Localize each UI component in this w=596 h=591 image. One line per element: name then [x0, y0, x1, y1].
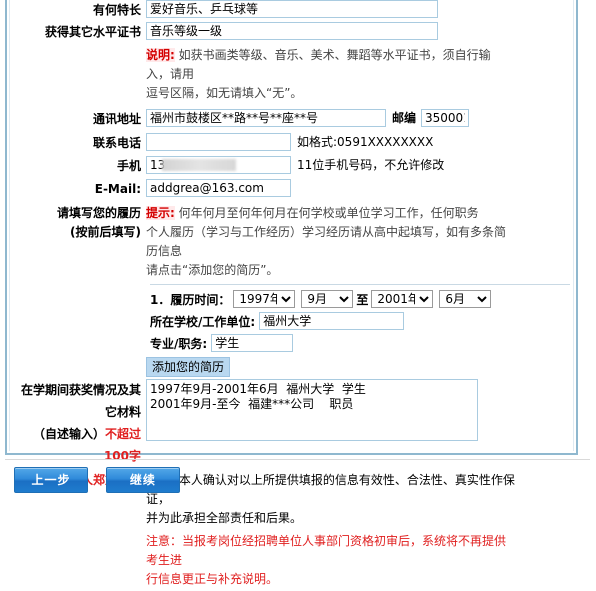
declaration-text-line1: 我本人确认对以上所提供填报的信息有效性、合法性、真实性作保证，: [146, 473, 515, 506]
resume-start-year-select[interactable]: 1997年1998年1999年2000年2001年2002年: [233, 290, 296, 308]
label-phone: 联系电话: [92, 136, 141, 150]
certificate-note-line2: 逗号区隔，如无请填入“无”。: [146, 86, 303, 100]
mobile-input-wrap: [146, 156, 291, 174]
awards-textarea[interactable]: 1997年9月-2001年6月 福州大学 学生 2001年9月-至今 福建***…: [146, 379, 478, 441]
resume-note-line1: 何年何月至何年何月在何学校或单位学习工作，任何职务: [178, 206, 479, 220]
form-panel: 有何特长 获得其它水平证书 说明: 如获书画类等级、音乐、美术、舞蹈等水平证书，…: [5, 0, 578, 586]
mobile-hint: 11位手机号码，不允许修改: [297, 158, 445, 172]
certificate-note: 说明: 如获书画类等级、音乐、美术、舞蹈等水平证书，须自行输入，请用 逗号区隔，…: [146, 46, 506, 103]
resume-note-row: 请填写您的履历 (按前后填写) 提示: 何年何月至何年何月在何学校或单位学习工作…: [10, 204, 580, 280]
footer-button-bar: 上一步 继续: [14, 467, 194, 493]
field-row-specialty: 有何特长: [10, 0, 580, 20]
declaration-text-line2: 并为此承担全部责任和后果。: [146, 511, 303, 525]
label-awards-limit: 不超过100字: [103, 427, 141, 463]
label-awards-line1: 在学期间获奖情况及其它材料: [20, 383, 141, 419]
label-awards-line2: （自述输入）不超过100字: [10, 423, 141, 467]
resume-major-row: 专业/职务:: [150, 334, 570, 352]
declaration-warning-line2: 行信息更正与补充说明。: [146, 572, 279, 586]
phone-input[interactable]: [146, 133, 291, 151]
resume-note-line2: 个人履历（学习与工作经历）学习经历请从高中起填写，如有多条简历信息: [146, 225, 507, 258]
mobile-input[interactable]: [146, 156, 291, 174]
label-postal-code: 邮编: [392, 111, 417, 125]
form-panel-inner: 有何特长 获得其它水平证书 说明: 如获书画类等级、音乐、美术、舞蹈等水平证书，…: [9, 0, 574, 586]
certificate-note-line1: 如获书画类等级、音乐、美术、舞蹈等水平证书，须自行输入，请用: [146, 48, 491, 81]
registration-form: 有何特长 获得其它水平证书 说明: 如获书画类等级、音乐、美术、舞蹈等水平证书，…: [10, 0, 580, 591]
label-resume-line1: 请填写您的履历: [56, 206, 141, 220]
field-row-address: 通讯地址 邮编: [10, 109, 580, 129]
declaration-warning-line1: 注意：当报考岗位经招聘单位人事部门资格初审后，系统将不再提供考生进: [146, 534, 507, 567]
label-mobile: 手机: [116, 159, 141, 173]
label-address: 通讯地址: [92, 112, 141, 126]
postal-code-input[interactable]: [421, 109, 470, 127]
resume-school-input[interactable]: [259, 312, 405, 330]
resume-index-label: 1．履历时间：: [150, 292, 231, 307]
label-certificate: 获得其它水平证书: [44, 25, 141, 39]
continue-button[interactable]: 继续: [105, 467, 180, 493]
certificate-note-tag: 说明:: [146, 48, 175, 62]
prev-step-button[interactable]: 上一步: [14, 467, 88, 493]
field-row-email: E-Mail:: [10, 179, 580, 199]
awards-row: 在学期间获奖情况及其它材料 （自述输入）不超过100字 1997年9月-2001…: [10, 379, 580, 467]
label-email: E-Mail:: [94, 182, 141, 196]
resume-note: 提示: 何年何月至何年何月在何学校或单位学习工作，任何职务 个人履历（学习与工作…: [146, 204, 506, 280]
resume-note-tag: 提示:: [146, 206, 175, 220]
field-row-mobile: 手机 11位手机号码，不允许修改: [10, 156, 580, 176]
declaration-content: 我本人确认对以上所提供填报的信息有效性、合法性、真实性作保证， 并为此承担全部责…: [146, 471, 516, 589]
label-resume-line2: (按前后填写): [70, 225, 141, 239]
certificate-note-row: 说明: 如获书画类等级、音乐、美术、舞蹈等水平证书，须自行输入，请用 逗号区隔，…: [10, 44, 580, 103]
phone-hint: 如格式:0591XXXXXXXX: [297, 135, 434, 149]
certificate-input[interactable]: [146, 22, 438, 40]
footer-divider: [5, 459, 590, 460]
label-awards-line2-a: （自述输入）: [32, 427, 105, 441]
specialty-input[interactable]: [146, 0, 438, 18]
resume-school-label: 所在学校/工作单位:: [150, 314, 256, 329]
resume-note-line3: 请点击“添加您的简历”。: [146, 263, 279, 277]
field-row-phone: 联系电话 如格式:0591XXXXXXXX: [10, 133, 580, 153]
email-input[interactable]: [146, 179, 291, 197]
label-awards: 在学期间获奖情况及其它材料 （自述输入）不超过100字: [10, 379, 146, 467]
address-input[interactable]: [146, 109, 386, 127]
resume-end-month-select[interactable]: 1月2月3月4月5月6月7月8月9月10月11月12月: [439, 290, 492, 308]
add-resume-button[interactable]: 添加您的简历: [146, 357, 231, 377]
resume-period-row: 1．履历时间： 1997年1998年1999年2000年2001年2002年 1…: [150, 290, 570, 308]
resume-school-row: 所在学校/工作单位:: [150, 312, 570, 330]
label-resume: 请填写您的履历 (按前后填写): [10, 204, 146, 242]
resume-major-input[interactable]: [211, 334, 294, 352]
declaration-line-1: 我本人确认对以上所提供填报的信息有效性、合法性、真实性作保证，: [146, 471, 516, 509]
label-specialty: 有何特长: [92, 3, 141, 17]
resume-start-month-select[interactable]: 1月2月3月4月5月6月7月8月9月10月11月12月: [301, 290, 354, 308]
resume-major-label: 专业/职务:: [150, 336, 208, 351]
form-page: 有何特长 获得其它水平证书 说明: 如获书画类等级、音乐、美术、舞蹈等水平证书，…: [0, 0, 596, 586]
add-resume-row: 添加您的简历: [10, 357, 580, 377]
resume-entry-block: 1．履历时间： 1997年1998年1999年2000年2001年2002年 1…: [150, 284, 570, 352]
resume-end-year-select[interactable]: 1997年1998年1999年2000年2001年2002年: [371, 290, 434, 308]
resume-to-label: 至: [356, 292, 369, 307]
field-row-certificate: 获得其它水平证书: [10, 22, 580, 42]
